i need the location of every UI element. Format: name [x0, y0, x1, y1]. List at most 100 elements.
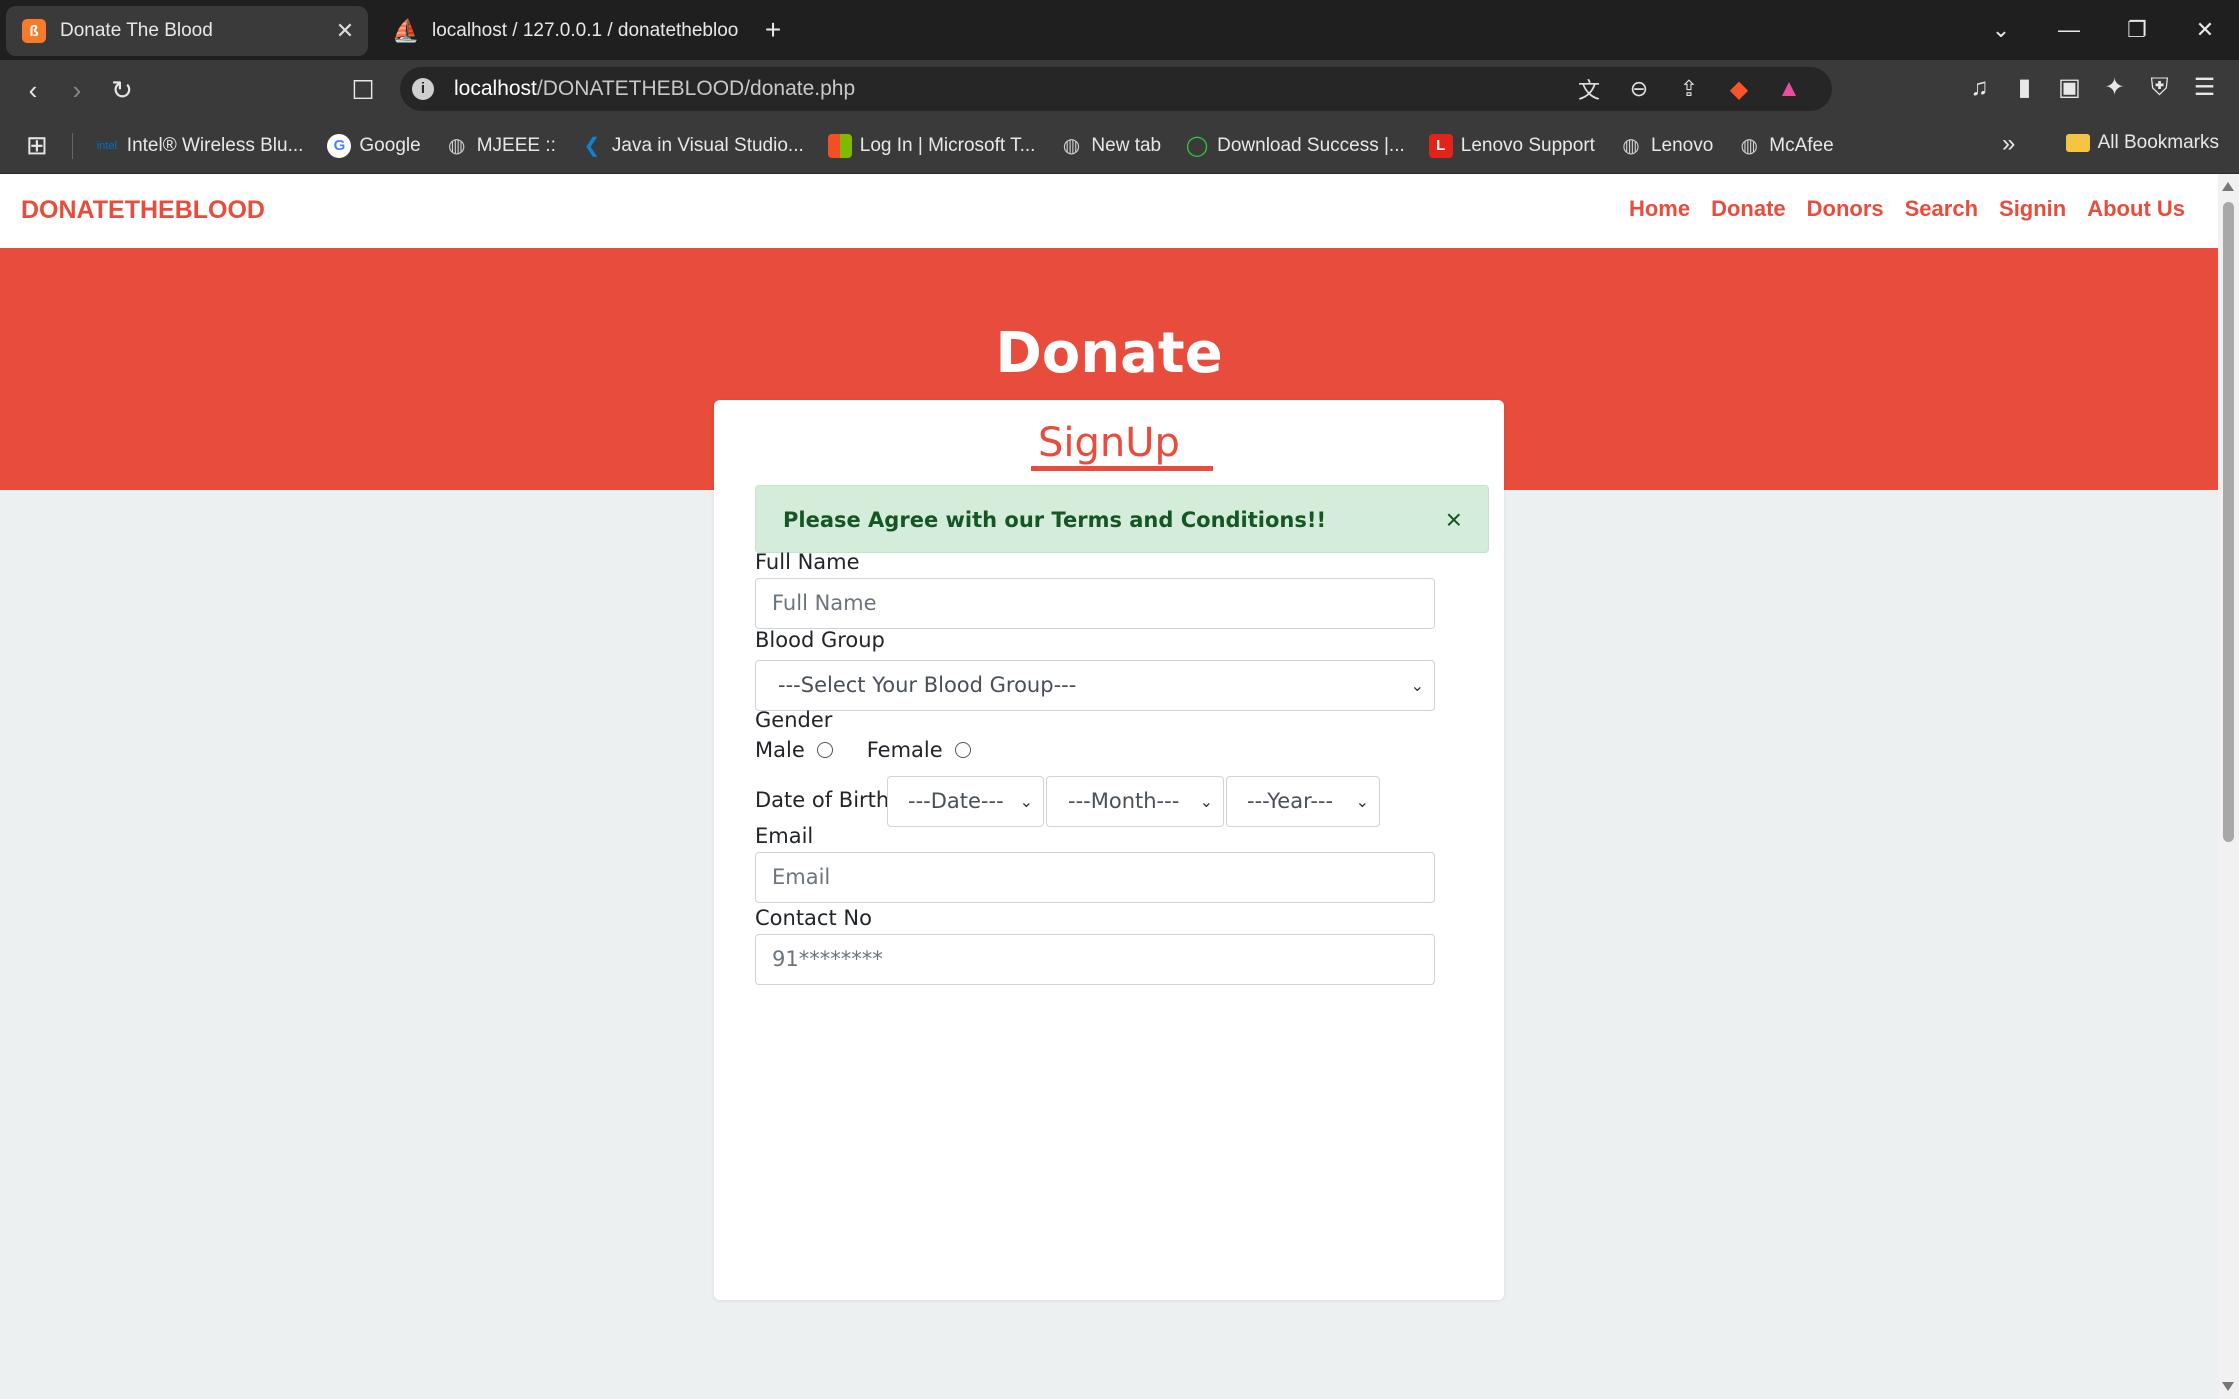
brave-shields-icon[interactable]: ◆ [1714, 75, 1764, 104]
nav-donate[interactable]: Donate [1711, 196, 1786, 222]
full-name-input[interactable]: Full Name [755, 578, 1435, 629]
tab-strip: ß Donate The Blood ✕ ⛵ localhost / 127.0… [0, 0, 2239, 60]
all-bookmarks-button[interactable]: All Bookmarks [2065, 132, 2219, 154]
bookmark-item[interactable]: L Lenovo Support [1428, 133, 1595, 158]
dob-date-select[interactable]: ---Date--- ⌄ [887, 776, 1044, 827]
bookmark-item[interactable]: ❮ Java in Visual Studio... [580, 134, 803, 158]
bookmark-item[interactable]: intel Intel® Wireless Blu... [95, 134, 304, 158]
lenovo-icon: L [1428, 133, 1453, 158]
page-scrollbar[interactable] [2218, 174, 2239, 1399]
close-icon[interactable]: ✕ [328, 18, 362, 44]
back-icon[interactable]: ‹ [13, 70, 53, 110]
bookmark-item[interactable]: ◍ New tab [1059, 134, 1161, 158]
scroll-down-icon[interactable] [2222, 1382, 2234, 1391]
forward-icon[interactable]: › [57, 70, 97, 110]
nav-donors[interactable]: Donors [1807, 196, 1884, 222]
vscode-icon: ❮ [583, 135, 601, 157]
close-icon[interactable]: × [1446, 504, 1462, 536]
tab-title: Donate The Blood [60, 20, 213, 41]
bookmark-item[interactable]: ◍ McAfee [1737, 134, 1834, 158]
url-text[interactable]: localhost/DONATETHEBLOOD/donate.php [454, 77, 1564, 101]
nav-signin[interactable]: Signin [1999, 196, 2066, 222]
site-info-icon[interactable]: i [412, 78, 434, 100]
media-icon[interactable]: ♫ [1957, 68, 2002, 108]
blood-group-label: Blood Group [755, 628, 885, 652]
scrollbar-thumb[interactable] [2223, 202, 2234, 842]
bookmark-label: Log In | Microsoft T... [859, 134, 1036, 156]
globe-icon: ◍ [1740, 135, 1758, 157]
url-host: localhost [454, 77, 537, 100]
tab-donate-the-blood[interactable]: ß Donate The Blood ✕ [6, 6, 368, 56]
more-bookmarks-icon[interactable]: » [2002, 130, 2015, 158]
bookmark-label: New tab [1091, 134, 1162, 156]
dob-date-value: ---Date--- [908, 789, 1004, 813]
tab-phpmyadmin[interactable]: ⛵ localhost / 127.0.0.1 / donatethebloo [378, 6, 740, 56]
new-tab-button[interactable]: + [756, 14, 790, 46]
all-bookmarks-label: All Bookmarks [2097, 132, 2219, 153]
gender-option-female: Female [867, 738, 983, 762]
close-window-icon[interactable]: ✕ [2171, 17, 2239, 43]
google-icon: G [327, 133, 352, 158]
bookmark-item[interactable]: G Google [327, 133, 421, 158]
zoom-out-icon[interactable]: ⊖ [1614, 76, 1664, 102]
chevron-down-icon: ⌄ [1410, 676, 1424, 695]
dob-label: Date of Birth: [755, 788, 897, 812]
omnibox-icons: 文 ⊖ ⇪ ◆ ▲ [1564, 73, 1814, 105]
contact-input[interactable]: 91******** [755, 934, 1435, 985]
phpmyadmin-icon: ⛵ [392, 18, 420, 43]
bookmark-item[interactable]: Log In | Microsoft T... [827, 133, 1036, 158]
gender-male-radio[interactable] [816, 742, 833, 758]
bookmark-label: Download Success |... [1217, 134, 1405, 156]
separator [71, 132, 73, 159]
site-brand[interactable]: DONATETHEBLOOD [21, 196, 265, 225]
globe-icon: ◍ [1062, 135, 1081, 157]
bookmark-label: Intel® Wireless Blu... [126, 134, 304, 156]
hero-title: Donate [995, 321, 1223, 386]
brave-rewards-icon[interactable]: ▲ [1764, 75, 1814, 103]
wallet-icon[interactable]: ▣ [2047, 68, 2092, 108]
contact-label: Contact No [755, 906, 872, 930]
vpn-icon[interactable]: ⛨ [2137, 68, 2182, 108]
bookmark-label: Lenovo Support [1460, 134, 1595, 156]
blood-group-select[interactable]: ---Select Your Blood Group--- ⌄ [755, 660, 1435, 711]
nav-about-us[interactable]: About Us [2087, 196, 2185, 222]
gender-female-radio[interactable] [954, 742, 971, 758]
translate-icon[interactable]: 文 [1564, 73, 1614, 105]
dob-year-value: ---Year--- [1247, 789, 1334, 813]
scroll-up-icon[interactable] [2222, 182, 2234, 191]
bookmark-item[interactable]: ◍ Lenovo [1619, 134, 1713, 158]
folder-icon [2065, 134, 2090, 152]
address-row: ‹ › ↻ ☐ i localhost/DONATETHEBLOOD/donat… [0, 60, 2239, 118]
bookmarks-bar: ⊞ intel Intel® Wireless Blu... G Google ◍ M… [0, 118, 2239, 174]
nav-search[interactable]: Search [1905, 196, 1978, 222]
url-path: /DONATETHEBLOOD/donate.php [536, 77, 856, 100]
leo-ai-icon[interactable]: ✦ [2092, 68, 2137, 108]
nav-home[interactable]: Home [1629, 196, 1690, 222]
blood-group-value: ---Select Your Blood Group--- [778, 673, 1077, 697]
dob-month-select[interactable]: ---Month--- ⌄ [1046, 776, 1224, 827]
sidebar-icon[interactable]: ▮ [2002, 68, 2047, 108]
restore-icon[interactable]: ❐ [2103, 17, 2171, 43]
browser-chrome: ß Donate The Blood ✕ ⛵ localhost / 127.0… [0, 0, 2239, 174]
share-icon[interactable]: ⇪ [1664, 76, 1714, 102]
globe-icon: ◍ [1622, 135, 1640, 157]
gender-options: Male Female [755, 738, 1005, 762]
address-bar[interactable]: i localhost/DONATETHEBLOOD/donate.php 文 … [400, 67, 1832, 111]
reload-icon[interactable]: ↻ [102, 70, 142, 110]
dob-year-select[interactable]: ---Year--- ⌄ [1226, 776, 1380, 827]
tab-search-icon[interactable]: ⌄ [1967, 17, 2035, 43]
bookmark-icon[interactable]: ☐ [343, 70, 383, 110]
bookmark-item[interactable]: ◍ MJEEE :: [445, 134, 556, 158]
toolbar-right: ♫ ▮ ▣ ✦ ⛨ ☰ [1957, 68, 2227, 108]
web-page: DONATETHEBLOOD Home Donate Donors Search… [0, 174, 2218, 1399]
minimize-icon[interactable]: — [2035, 17, 2103, 43]
bookmark-label: MJEEE :: [476, 134, 556, 156]
chevron-down-icon: ⌄ [1355, 792, 1369, 811]
menu-icon[interactable]: ☰ [2182, 68, 2227, 108]
bookmark-item[interactable]: ◯ Download Success |... [1185, 134, 1405, 158]
intel-icon: intel [96, 139, 117, 152]
apps-grid-icon[interactable]: ⊞ [26, 130, 48, 161]
microsoft-icon [827, 133, 852, 158]
bookmark-label: Google [359, 134, 421, 156]
email-input[interactable]: Email [755, 852, 1435, 903]
